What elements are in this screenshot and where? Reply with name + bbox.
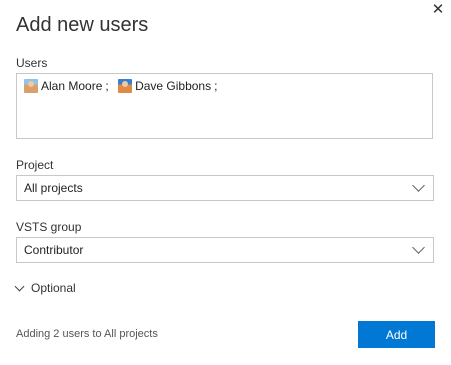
user-chip-name: Dave Gibbons — [135, 79, 212, 93]
chevron-down-icon — [412, 241, 425, 254]
project-select[interactable]: All projects — [16, 175, 434, 201]
chevron-down-icon — [14, 281, 25, 292]
add-users-dialog: ✕ Add new users Users Alan Moore ; Dave … — [0, 0, 451, 365]
user-chip[interactable]: Dave Gibbons ; — [118, 79, 217, 93]
user-chip-name: Alan Moore — [41, 79, 103, 93]
group-select[interactable]: Contributor — [16, 237, 434, 263]
close-icon[interactable]: ✕ — [430, 2, 446, 18]
user-chip-separator: ; — [214, 79, 218, 93]
chevron-down-icon — [412, 179, 425, 192]
project-select-value: All projects — [24, 181, 83, 195]
optional-label: Optional — [31, 281, 76, 295]
users-input[interactable]: Alan Moore ; Dave Gibbons ; — [16, 73, 433, 139]
group-select-value: Contributor — [24, 243, 84, 257]
project-label: Project — [16, 158, 54, 172]
avatar — [118, 79, 133, 93]
user-chip-separator: ; — [105, 79, 109, 93]
group-label: VSTS group — [16, 220, 82, 234]
add-button[interactable]: Add — [358, 321, 435, 348]
users-label: Users — [16, 56, 48, 70]
dialog-title: Add new users — [16, 14, 149, 36]
avatar — [24, 79, 38, 93]
status-text: Adding 2 users to All projects — [16, 328, 158, 340]
optional-toggle[interactable]: Optional — [14, 281, 76, 295]
user-chip[interactable]: Alan Moore ; — [24, 79, 109, 93]
